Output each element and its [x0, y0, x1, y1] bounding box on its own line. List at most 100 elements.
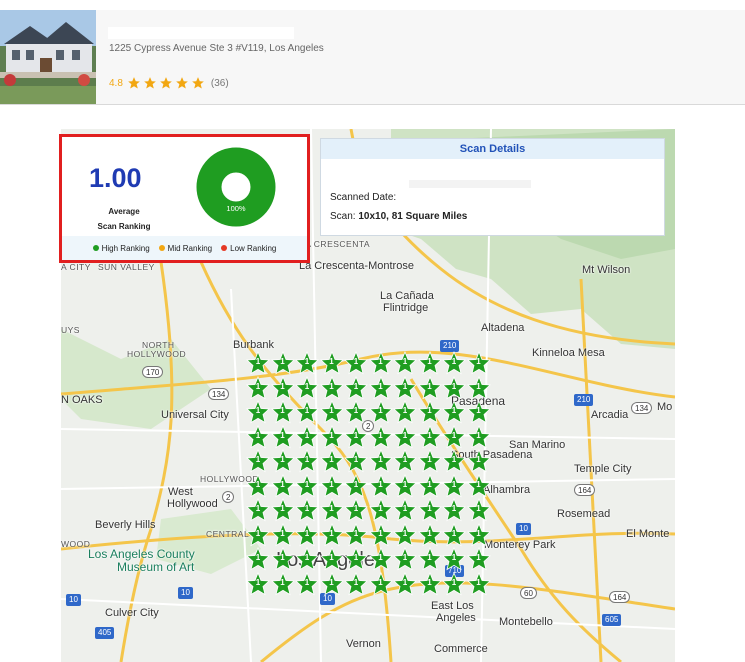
ranking-pin[interactable]: 1	[466, 350, 491, 375]
ranking-pin[interactable]: 1	[295, 350, 319, 375]
ranking-pin[interactable]: 1	[442, 497, 466, 522]
ranking-pin[interactable]: 1	[393, 399, 417, 424]
ranking-pin[interactable]: 1	[344, 424, 368, 449]
ranking-pin[interactable]: 1	[295, 375, 319, 400]
ranking-pin[interactable]: 1	[319, 546, 344, 571]
ranking-pin[interactable]: 1	[393, 375, 417, 400]
ranking-pin[interactable]: 1	[442, 350, 466, 375]
ranking-pin[interactable]: 1	[246, 571, 270, 596]
ranking-pin[interactable]: 1	[368, 571, 393, 596]
ranking-pin[interactable]: 1	[442, 448, 466, 473]
ranking-pin[interactable]: 1	[246, 424, 270, 449]
ranking-pin[interactable]: 1	[270, 375, 295, 400]
ranking-pin[interactable]: 1	[295, 399, 319, 424]
ranking-pin[interactable]: 1	[319, 571, 344, 596]
ranking-pin[interactable]: 1	[344, 497, 368, 522]
ranking-pin[interactable]: 1	[344, 399, 368, 424]
ranking-pin[interactable]: 1	[344, 350, 368, 375]
ranking-pin[interactable]: 1	[246, 522, 270, 547]
ranking-pin[interactable]: 1	[393, 546, 417, 571]
ranking-pin[interactable]: 1	[466, 424, 491, 449]
ranking-pin[interactable]: 1	[270, 473, 295, 498]
ranking-pin[interactable]: 1	[270, 448, 295, 473]
ranking-pin[interactable]: 1	[417, 571, 442, 596]
ranking-pin[interactable]: 1	[270, 497, 295, 522]
ranking-pin[interactable]: 1	[344, 571, 368, 596]
ranking-pin[interactable]: 1	[270, 571, 295, 596]
ranking-pin[interactable]: 1	[246, 497, 270, 522]
ranking-pin[interactable]: 1	[417, 473, 442, 498]
ranking-pin[interactable]: 1	[319, 473, 344, 498]
ranking-pin[interactable]: 1	[246, 473, 270, 498]
ranking-pin[interactable]: 1	[368, 399, 393, 424]
ranking-pin[interactable]: 1	[442, 424, 466, 449]
ranking-pin[interactable]: 1	[295, 424, 319, 449]
ranking-pin[interactable]: 1	[417, 399, 442, 424]
ranking-pin[interactable]: 1	[466, 546, 491, 571]
ranking-pin[interactable]: 1	[417, 497, 442, 522]
ranking-pin[interactable]: 1	[246, 350, 270, 375]
ranking-pin[interactable]: 1	[393, 571, 417, 596]
ranking-pin[interactable]: 1	[368, 522, 393, 547]
ranking-pin[interactable]: 1	[368, 448, 393, 473]
ranking-pin[interactable]: 1	[319, 350, 344, 375]
ranking-pin[interactable]: 1	[417, 350, 442, 375]
ranking-pin[interactable]: 1	[344, 375, 368, 400]
ranking-pin[interactable]: 1	[270, 522, 295, 547]
ranking-pin[interactable]: 1	[466, 448, 491, 473]
ranking-pin[interactable]: 1	[466, 522, 491, 547]
ranking-pin[interactable]: 1	[368, 350, 393, 375]
ranking-pin[interactable]: 1	[417, 546, 442, 571]
ranking-pin[interactable]: 1	[319, 497, 344, 522]
ranking-pin[interactable]: 1	[295, 497, 319, 522]
ranking-pin[interactable]: 1	[393, 448, 417, 473]
ranking-pin[interactable]: 1	[442, 571, 466, 596]
ranking-pin[interactable]: 1	[295, 448, 319, 473]
ranking-pin[interactable]: 1	[319, 424, 344, 449]
ranking-pin[interactable]: 1	[417, 522, 442, 547]
ranking-pin[interactable]: 1	[393, 473, 417, 498]
ranking-pin[interactable]: 1	[270, 424, 295, 449]
ranking-pin[interactable]: 1	[295, 546, 319, 571]
ranking-pin[interactable]: 1	[295, 571, 319, 596]
ranking-pin[interactable]: 1	[466, 571, 491, 596]
ranking-pin[interactable]: 1	[442, 375, 466, 400]
ranking-pin[interactable]: 1	[442, 399, 466, 424]
ranking-pin[interactable]: 1	[270, 350, 295, 375]
ranking-pin[interactable]: 1	[344, 522, 368, 547]
ranking-pin[interactable]: 1	[270, 399, 295, 424]
ranking-pin[interactable]: 1	[246, 546, 270, 571]
ranking-pin[interactable]: 1	[417, 375, 442, 400]
ranking-pin[interactable]: 1	[393, 424, 417, 449]
ranking-pin[interactable]: 1	[246, 448, 270, 473]
ranking-pin[interactable]: 1	[393, 350, 417, 375]
ranking-pin[interactable]: 1	[393, 497, 417, 522]
ranking-pin[interactable]: 1	[246, 399, 270, 424]
ranking-pin[interactable]: 1	[246, 375, 270, 400]
ranking-pin[interactable]: 1	[442, 546, 466, 571]
ranking-pin[interactable]: 1	[417, 424, 442, 449]
ranking-pin[interactable]: 1	[319, 375, 344, 400]
ranking-pin[interactable]: 1	[466, 399, 491, 424]
ranking-pin[interactable]: 1	[368, 424, 393, 449]
ranking-pin[interactable]: 1	[442, 522, 466, 547]
ranking-pin[interactable]: 1	[344, 473, 368, 498]
ranking-pin[interactable]: 1	[319, 399, 344, 424]
ranking-pin[interactable]: 1	[344, 546, 368, 571]
ranking-pin[interactable]: 1	[368, 375, 393, 400]
ranking-pin[interactable]: 1	[368, 546, 393, 571]
ranking-pin[interactable]: 1	[442, 473, 466, 498]
ranking-pin[interactable]: 1	[295, 473, 319, 498]
ranking-pin[interactable]: 1	[466, 473, 491, 498]
ranking-pin[interactable]: 1	[368, 473, 393, 498]
ranking-pin[interactable]: 1	[393, 522, 417, 547]
ranking-pin[interactable]: 1	[417, 448, 442, 473]
ranking-pin[interactable]: 1	[270, 546, 295, 571]
ranking-pin[interactable]: 1	[368, 497, 393, 522]
ranking-pin[interactable]: 1	[344, 448, 368, 473]
ranking-pin[interactable]: 1	[466, 497, 491, 522]
ranking-pin[interactable]: 1	[466, 375, 491, 400]
ranking-pin[interactable]: 1	[319, 522, 344, 547]
ranking-pin[interactable]: 1	[295, 522, 319, 547]
ranking-pin[interactable]: 1	[319, 448, 344, 473]
